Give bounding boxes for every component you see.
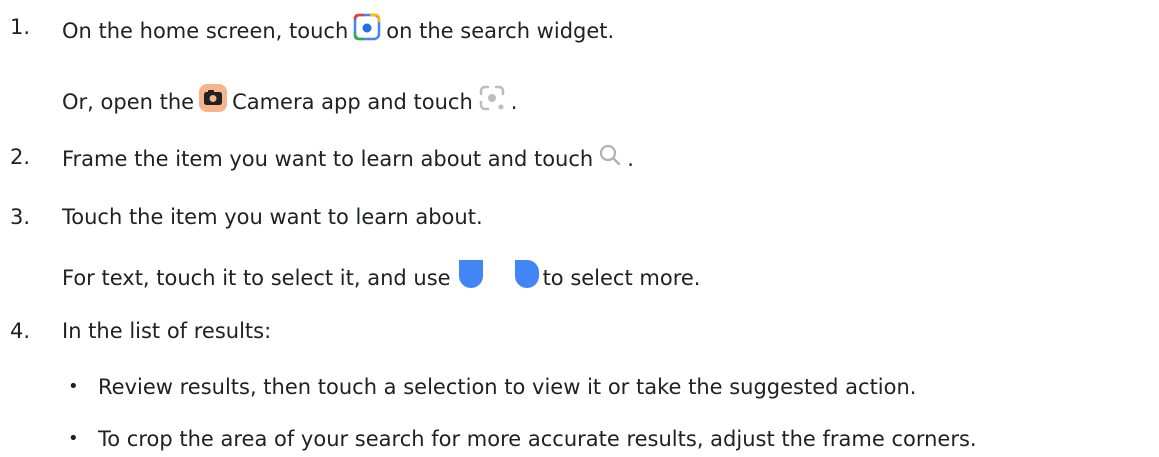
bullet-item-1: Review results, then touch a selection t… [98, 375, 917, 399]
lens-camera-mode-icon [477, 83, 507, 121]
bullet-dot: • [68, 376, 79, 397]
bullet-item-2: To crop the area of your search for more… [98, 427, 977, 451]
step-3-sub-after: to select more. [542, 266, 701, 290]
step-1-text-after: on the search widget. [386, 19, 615, 43]
step-1-sub-after: . [510, 90, 518, 114]
google-lens-icon [352, 12, 382, 50]
step-3-text: Touch the item you want to learn about. [62, 205, 483, 229]
selection-handle-right-icon [514, 260, 539, 296]
step-1-text: On the home screen, touch on the search … [62, 12, 614, 50]
step-2-text-after: . [627, 147, 634, 171]
step-1-sub-middle: Camera app and touch [232, 90, 473, 114]
step-number-4: 4. [10, 319, 31, 343]
step-3-sub-text: For text, touch it to select it, and use… [62, 260, 700, 296]
step-number-3: 3. [10, 205, 31, 229]
step-1-text-before: On the home screen, touch [62, 19, 349, 43]
step-4-text: In the list of results: [62, 319, 272, 343]
camera-app-icon [198, 83, 228, 121]
bullet-dot: • [68, 428, 79, 449]
step-2-text: Frame the item you want to learn about a… [62, 142, 634, 176]
step-3-sub-before: For text, touch it to select it, and use [62, 266, 451, 290]
step-1-sub-before: Or, open the [62, 90, 195, 114]
step-2-text-before: Frame the item you want to learn about a… [62, 147, 594, 171]
step-1-sub-text: Or, open the Camera app and touch . [62, 83, 517, 121]
step-number-2: 2. [10, 145, 31, 169]
search-icon [597, 142, 623, 176]
step-number-1: 1. [10, 15, 31, 39]
selection-handle-left-icon [458, 260, 483, 296]
